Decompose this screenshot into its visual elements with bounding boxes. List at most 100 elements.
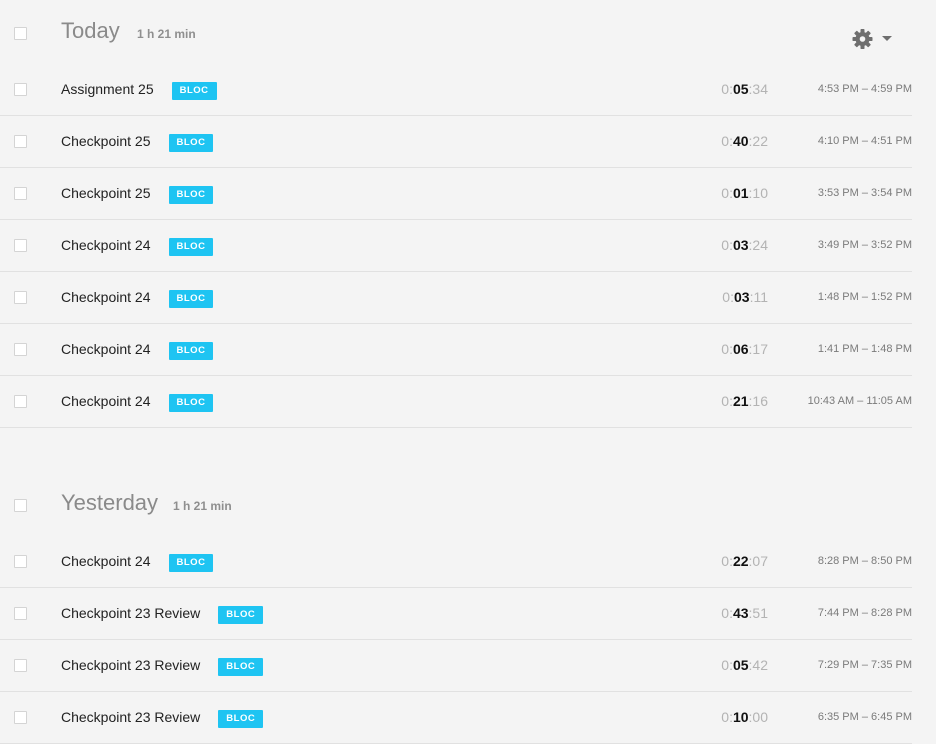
duration-hours: 0 [721, 709, 730, 725]
group-header: Today 1 h 21 min [0, 0, 936, 64]
entry-row[interactable]: Checkpoint 23 Review BLOC 0:43:51 7:44 PM… [0, 588, 912, 640]
duration-minutes: 05 [732, 657, 749, 673]
entry-duration[interactable]: 0:03:24 [721, 237, 768, 253]
duration-hours: 0 [721, 81, 730, 97]
entry-title: Checkpoint 25 [61, 185, 151, 201]
entry-checkbox[interactable] [14, 607, 27, 620]
entry-time-range[interactable]: 3:53 PM – 3:54 PM [818, 187, 912, 199]
entry-checkbox[interactable] [14, 711, 27, 724]
duration-minutes: 22 [732, 553, 749, 569]
entry-checkbox[interactable] [14, 135, 27, 148]
duration-hours: 0 [722, 289, 731, 305]
duration-seconds: 17 [752, 341, 768, 357]
entry-row[interactable]: Checkpoint 23 Review BLOC 0:05:42 7:29 PM… [0, 640, 912, 692]
duration-seconds: 16 [752, 393, 768, 409]
entry-duration[interactable]: 0:06:17 [721, 341, 768, 357]
entry-row[interactable]: Checkpoint 24 BLOC 0:03:24 3:49 PM – 3:52… [0, 220, 912, 272]
entry-duration[interactable]: 0:01:10 [721, 185, 768, 201]
project-tag-badge[interactable]: BLOC [168, 238, 214, 256]
entry-row[interactable]: Checkpoint 23 Review BLOC 0:10:00 6:35 PM… [0, 692, 912, 744]
entry-row[interactable]: Checkpoint 24 BLOC 0:22:07 8:28 PM – 8:50… [0, 536, 912, 588]
entries-list: Checkpoint 24 BLOC 0:22:07 8:28 PM – 8:50… [0, 536, 936, 744]
entry-title: Checkpoint 24 [61, 237, 151, 253]
entry-title: Checkpoint 23 Review [61, 709, 201, 725]
entry-title: Checkpoint 25 [61, 133, 151, 149]
settings-dropdown-button[interactable] [852, 28, 897, 50]
group-total-duration: 1 h 21 min [137, 27, 196, 41]
entry-time-range[interactable]: 3:49 PM – 3:52 PM [818, 239, 912, 251]
entry-duration[interactable]: 0:43:51 [721, 605, 768, 621]
project-tag-badge[interactable]: BLOC [168, 186, 214, 204]
entry-duration[interactable]: 0:05:34 [721, 81, 768, 97]
entry-duration[interactable]: 0:40:22 [721, 133, 768, 149]
entry-checkbox[interactable] [14, 83, 27, 96]
entry-time-range[interactable]: 7:29 PM – 7:35 PM [818, 659, 912, 671]
duration-hours: 0 [721, 553, 730, 569]
entry-row[interactable]: Assignment 25 BLOC 0:05:34 4:53 PM – 4:59… [0, 64, 912, 116]
project-tag-badge[interactable]: BLOC [168, 290, 214, 308]
time-entries-list: Today 1 h 21 min Assignment 25 BLOC 0:05… [0, 0, 936, 744]
project-tag-badge[interactable]: BLOC [218, 658, 264, 676]
duration-hours: 0 [721, 237, 730, 253]
entry-time-range[interactable]: 6:35 PM – 6:45 PM [818, 711, 912, 723]
project-tag-badge[interactable]: BLOC [218, 710, 264, 728]
duration-seconds: 24 [752, 237, 768, 253]
project-tag-badge[interactable]: BLOC [168, 554, 214, 572]
group-select-checkbox[interactable] [14, 27, 27, 40]
project-tag-badge[interactable]: BLOC [168, 342, 214, 360]
duration-seconds: 34 [752, 81, 768, 97]
entries-list: Assignment 25 BLOC 0:05:34 4:53 PM – 4:59… [0, 64, 936, 428]
entry-checkbox[interactable] [14, 343, 27, 356]
entry-duration[interactable]: 0:10:00 [721, 709, 768, 725]
entry-title: Checkpoint 24 [61, 553, 151, 569]
entry-title: Checkpoint 24 [61, 393, 151, 409]
entry-checkbox[interactable] [14, 187, 27, 200]
caret-down-icon [882, 36, 892, 41]
duration-minutes: 06 [732, 341, 749, 357]
entry-title: Checkpoint 24 [61, 289, 151, 305]
entry-time-range[interactable]: 1:48 PM – 1:52 PM [818, 291, 912, 303]
entry-time-range[interactable]: 10:43 AM – 11:05 AM [808, 395, 912, 407]
group-select-checkbox[interactable] [14, 499, 27, 512]
entry-checkbox[interactable] [14, 659, 27, 672]
entry-row[interactable]: Checkpoint 25 BLOC 0:01:10 3:53 PM – 3:54… [0, 168, 912, 220]
duration-minutes: 21 [732, 393, 749, 409]
project-tag-badge[interactable]: BLOC [171, 82, 217, 100]
entry-time-range[interactable]: 7:44 PM – 8:28 PM [818, 607, 912, 619]
entry-checkbox[interactable] [14, 395, 27, 408]
entry-title: Assignment 25 [61, 81, 154, 97]
duration-seconds: 00 [752, 709, 768, 725]
entry-duration[interactable]: 0:05:42 [721, 657, 768, 673]
project-tag-badge[interactable]: BLOC [218, 606, 264, 624]
duration-hours: 0 [721, 185, 730, 201]
entry-checkbox[interactable] [14, 239, 27, 252]
duration-minutes: 03 [733, 289, 750, 305]
entry-duration[interactable]: 0:03:11 [722, 289, 768, 305]
entry-checkbox[interactable] [14, 555, 27, 568]
entry-checkbox[interactable] [14, 291, 27, 304]
entry-duration[interactable]: 0:21:16 [721, 393, 768, 409]
entry-row[interactable]: Checkpoint 25 BLOC 0:40:22 4:10 PM – 4:51… [0, 116, 912, 168]
entry-title: Checkpoint 23 Review [61, 605, 201, 621]
entry-time-range[interactable]: 8:28 PM – 8:50 PM [818, 555, 912, 567]
project-tag-badge[interactable]: BLOC [168, 394, 214, 412]
duration-hours: 0 [721, 393, 730, 409]
entry-duration[interactable]: 0:22:07 [721, 553, 768, 569]
gear-icon [852, 29, 873, 49]
project-tag-badge[interactable]: BLOC [168, 134, 214, 152]
entry-row[interactable]: Checkpoint 24 BLOC 0:21:16 10:43 AM – 11:… [0, 376, 912, 428]
duration-seconds: 11 [753, 289, 768, 305]
entry-row[interactable]: Checkpoint 24 BLOC 0:03:11 1:48 PM – 1:52… [0, 272, 912, 324]
group-title: Yesterday [61, 490, 159, 515]
group-total-duration: 1 h 21 min [173, 499, 232, 513]
duration-minutes: 43 [732, 605, 749, 621]
entry-time-range[interactable]: 1:41 PM – 1:48 PM [818, 343, 912, 355]
entry-time-range[interactable]: 4:10 PM – 4:51 PM [818, 135, 912, 147]
entry-title: Checkpoint 24 [61, 341, 151, 357]
entry-row[interactable]: Checkpoint 24 BLOC 0:06:17 1:41 PM – 1:48… [0, 324, 912, 376]
entry-time-range[interactable]: 4:53 PM – 4:59 PM [818, 83, 912, 95]
group-today: Today 1 h 21 min Assignment 25 BLOC 0:05… [0, 0, 936, 428]
duration-minutes: 10 [732, 709, 749, 725]
group-title: Today [61, 18, 120, 43]
